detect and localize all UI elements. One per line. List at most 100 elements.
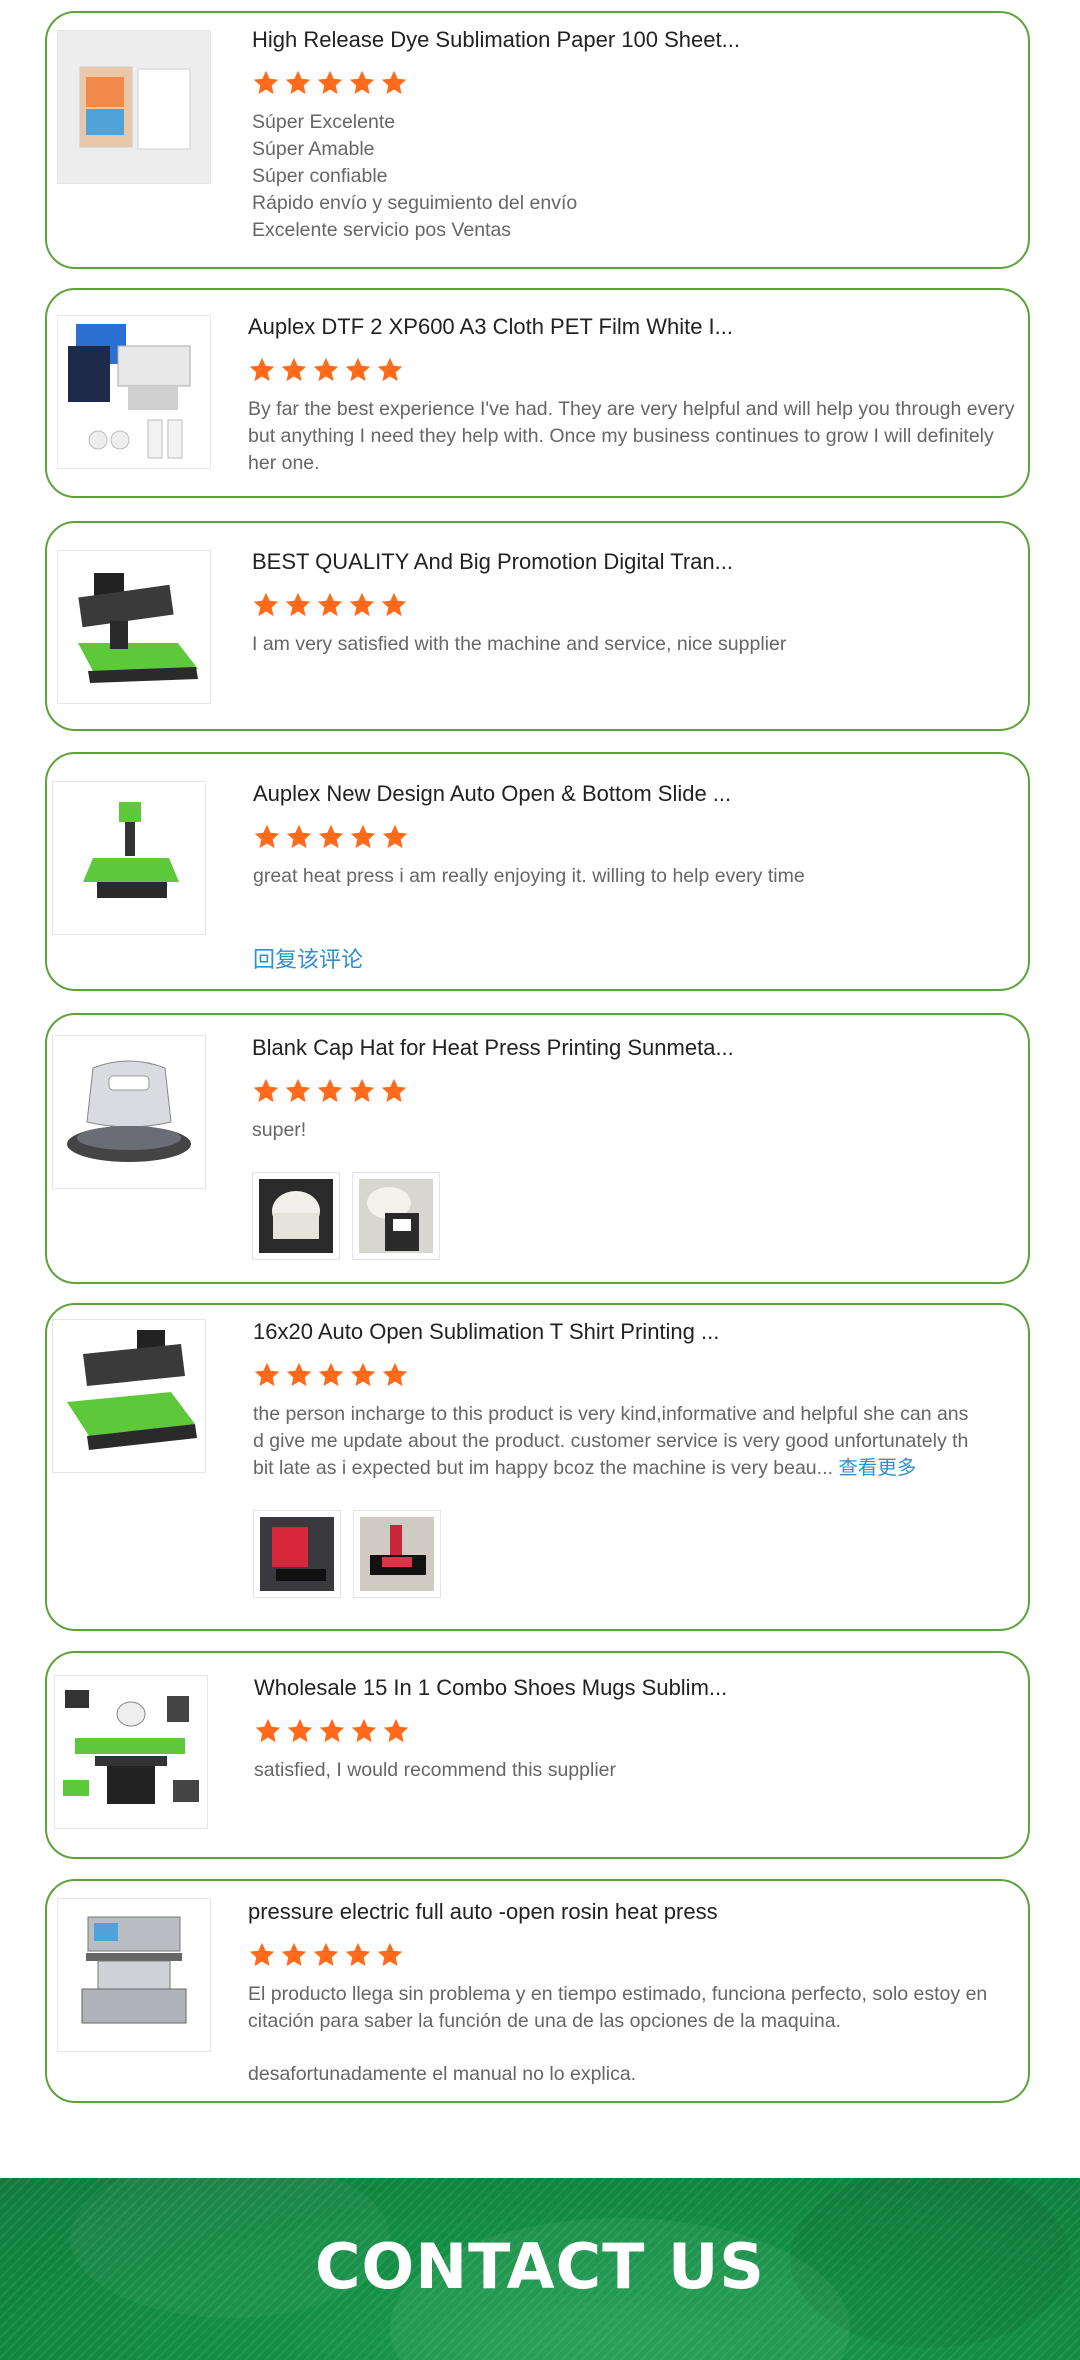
product-title[interactable]: Auplex DTF 2 XP600 A3 Cloth PET Film Whi… <box>248 312 1028 342</box>
star-icon <box>345 357 371 382</box>
review-photo[interactable] <box>353 1510 441 1598</box>
product-thumbnail[interactable] <box>57 315 211 469</box>
star-icon <box>255 1718 281 1743</box>
rating-stars <box>253 1361 1028 1391</box>
star-icon <box>382 1362 408 1387</box>
star-icon <box>383 1718 409 1743</box>
star-icon <box>351 1718 377 1743</box>
star-icon <box>253 592 279 617</box>
star-icon <box>349 70 375 95</box>
product-title[interactable]: pressure electric full auto -open rosin … <box>248 1897 1028 1927</box>
rating-stars <box>252 1077 1028 1107</box>
star-icon <box>249 1942 275 1967</box>
product-thumbnail[interactable] <box>52 781 206 935</box>
star-icon <box>287 1718 313 1743</box>
review-text: the person incharge to this product is v… <box>253 1401 1028 1482</box>
rating-stars <box>248 356 1028 386</box>
review-line: El producto llega sin problema y en tiem… <box>248 1983 988 2005</box>
review-photo[interactable] <box>352 1172 440 1260</box>
review-card: Auplex DTF 2 XP600 A3 Cloth PET Film Whi… <box>45 288 1030 498</box>
review-text: I am very satisfied with the machine and… <box>252 631 1028 658</box>
see-more-link[interactable]: 查看更多 <box>838 1457 916 1479</box>
contact-us-heading: CONTACT US <box>315 2230 765 2303</box>
review-text: great heat press i am really enjoying it… <box>253 863 1028 890</box>
star-icon <box>249 357 275 382</box>
product-thumbnail[interactable] <box>57 550 211 704</box>
rating-stars <box>248 1941 1028 1971</box>
review-line <box>248 2035 1028 2061</box>
star-icon <box>286 824 312 849</box>
review-line: Súper confiable <box>252 165 388 187</box>
star-icon <box>319 1718 345 1743</box>
rating-stars <box>253 823 1028 853</box>
product-thumbnail[interactable] <box>57 30 211 184</box>
review-line: the person incharge to this product is v… <box>253 1403 969 1425</box>
product-thumbnail[interactable] <box>52 1035 206 1189</box>
review-line: Rápido envío y seguimiento del envío <box>252 192 578 214</box>
star-icon <box>253 70 279 95</box>
review-card: Wholesale 15 In 1 Combo Shoes Mugs Subli… <box>45 1651 1030 1859</box>
review-line: Excelente servicio pos Ventas <box>252 219 512 241</box>
star-icon <box>285 70 311 95</box>
review-photos <box>252 1172 1028 1260</box>
star-icon <box>381 70 407 95</box>
review-line: but anything I need they help with. Once… <box>248 425 994 447</box>
star-icon <box>285 592 311 617</box>
product-title[interactable]: Auplex New Design Auto Open & Bottom Sli… <box>253 779 1028 809</box>
product-title[interactable]: 16x20 Auto Open Sublimation T Shirt Prin… <box>253 1317 1028 1347</box>
product-thumbnail[interactable] <box>57 1898 211 2052</box>
star-icon <box>350 824 376 849</box>
star-icon <box>254 824 280 849</box>
star-icon <box>381 592 407 617</box>
review-text: By far the best experience I've had. The… <box>248 396 1028 477</box>
review-text: Súper Excelente Súper Amable Súper confi… <box>252 109 1028 244</box>
rating-stars <box>252 69 1028 99</box>
review-card: High Release Dye Sublimation Paper 100 S… <box>45 11 1030 269</box>
star-icon <box>318 824 344 849</box>
star-icon <box>313 1942 339 1967</box>
reply-review-link[interactable]: 回复该评论 <box>253 942 363 974</box>
product-title[interactable]: Wholesale 15 In 1 Combo Shoes Mugs Subli… <box>254 1673 1028 1703</box>
review-text: satisfied, I would recommend this suppli… <box>254 1757 1028 1784</box>
star-icon <box>286 1362 312 1387</box>
product-thumbnail[interactable] <box>52 1319 206 1473</box>
star-icon <box>254 1362 280 1387</box>
product-title[interactable]: BEST QUALITY And Big Promotion Digital T… <box>252 547 1028 577</box>
star-icon <box>381 1078 407 1103</box>
review-text: super! <box>252 1117 1028 1144</box>
review-line: d give me update about the product. cust… <box>253 1430 969 1452</box>
review-line: great heat press i am really enjoying it… <box>253 865 805 887</box>
star-icon <box>317 70 343 95</box>
review-photos <box>253 1510 1028 1598</box>
star-icon <box>281 357 307 382</box>
star-icon <box>285 1078 311 1103</box>
star-icon <box>318 1362 344 1387</box>
star-icon <box>317 1078 343 1103</box>
review-card: 16x20 Auto Open Sublimation T Shirt Prin… <box>45 1303 1030 1631</box>
star-icon <box>350 1362 376 1387</box>
review-line: super! <box>252 1119 307 1141</box>
product-thumbnail[interactable] <box>54 1675 208 1829</box>
review-photo[interactable] <box>252 1172 340 1260</box>
review-card: Blank Cap Hat for Heat Press Printing Su… <box>45 1013 1030 1284</box>
review-card: BEST QUALITY And Big Promotion Digital T… <box>45 521 1030 731</box>
star-icon <box>377 357 403 382</box>
product-title[interactable]: High Release Dye Sublimation Paper 100 S… <box>252 25 1028 55</box>
star-icon <box>377 1942 403 1967</box>
review-line: citación para saber la función de una de… <box>248 2010 841 2032</box>
review-line: By far the best experience I've had. The… <box>248 398 1015 420</box>
review-line: desafortunadamente el manual no lo expli… <box>248 2063 637 2085</box>
star-icon <box>349 1078 375 1103</box>
review-line: bit late as i expected but im happy bcoz… <box>253 1455 1028 1482</box>
review-card: pressure electric full auto -open rosin … <box>45 1879 1030 2103</box>
review-card: Auplex New Design Auto Open & Bottom Sli… <box>45 752 1030 991</box>
product-title[interactable]: Blank Cap Hat for Heat Press Printing Su… <box>252 1033 1028 1063</box>
review-line: satisfied, I would recommend this suppli… <box>254 1759 616 1781</box>
review-line: her one. <box>248 452 320 474</box>
star-icon <box>317 592 343 617</box>
review-photo[interactable] <box>253 1510 341 1598</box>
review-text: El producto llega sin problema y en tiem… <box>248 1981 1028 2088</box>
contact-banner: CONTACT US <box>0 2178 1080 2360</box>
review-line-text: bit late as i expected but im happy bcoz… <box>253 1457 833 1479</box>
review-line: Súper Excelente <box>252 111 396 133</box>
